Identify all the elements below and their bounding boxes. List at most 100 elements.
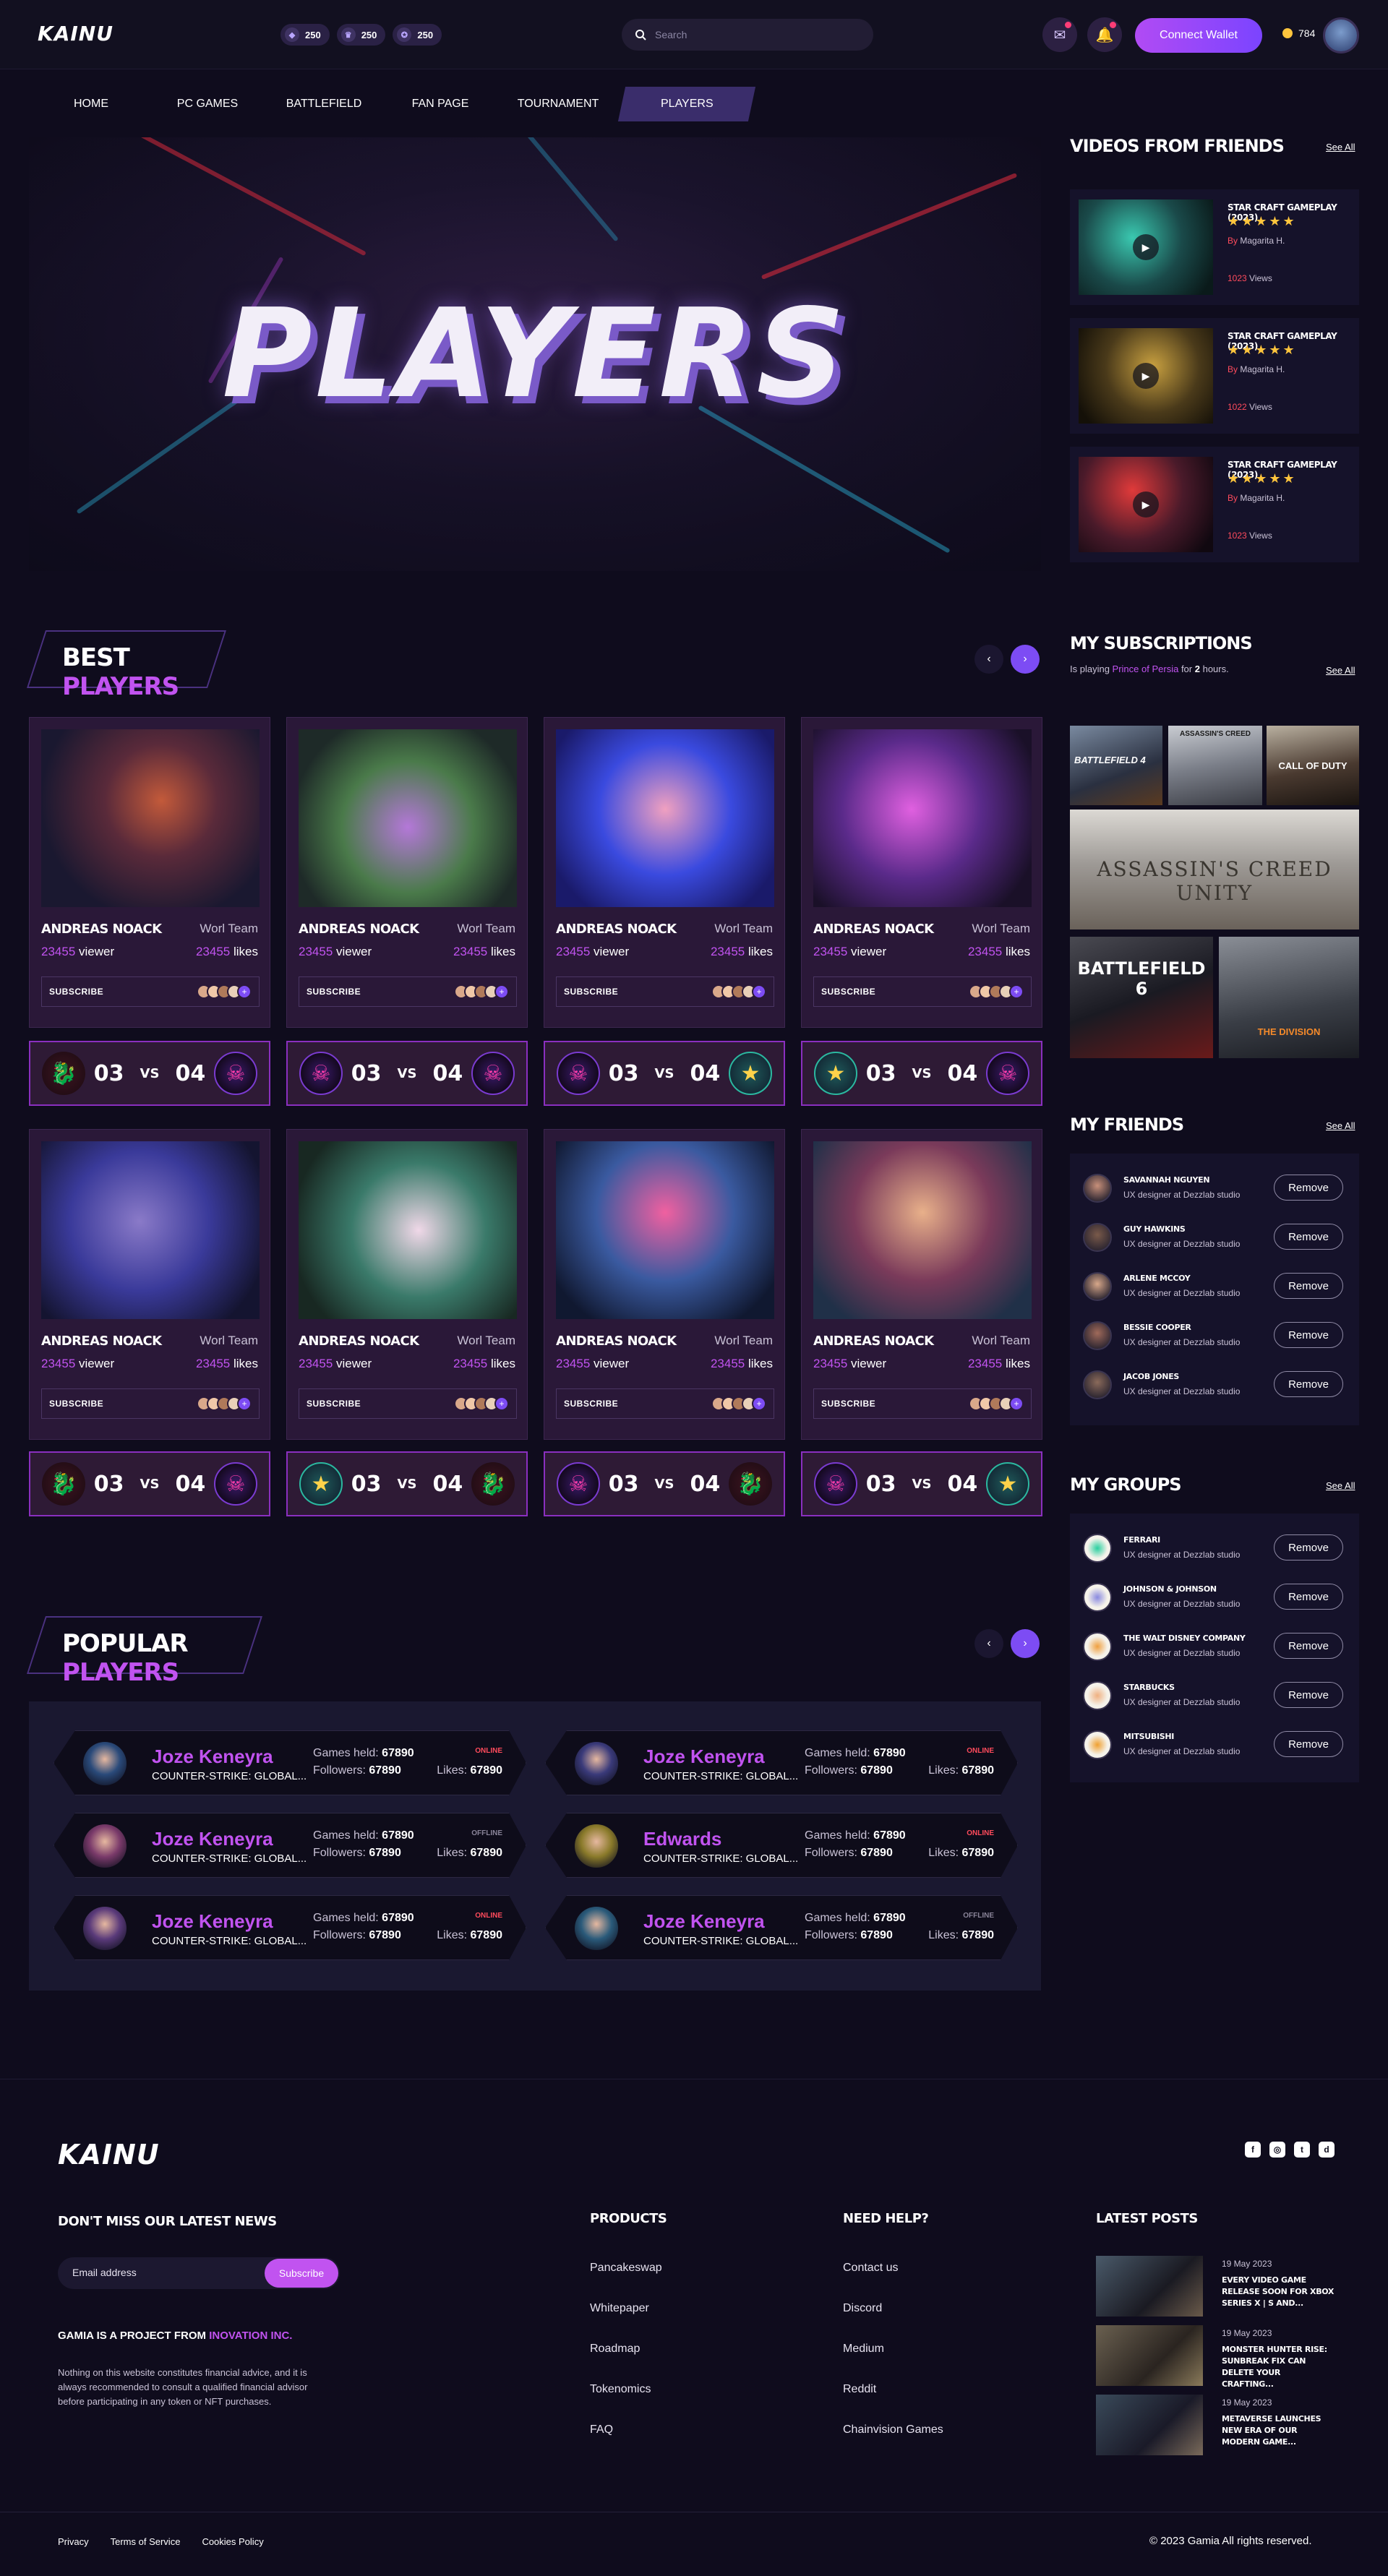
player-card[interactable]: ANDREAS NOACK Worl Team 23455 viewer 234…: [29, 1129, 270, 1440]
help-link[interactable]: Chainvision Games: [843, 2423, 943, 2437]
subscribe-button[interactable]: SUBSCRIBE: [307, 1399, 361, 1409]
subscribe-button[interactable]: SUBSCRIBE: [49, 987, 103, 997]
play-icon[interactable]: ▶: [1133, 234, 1159, 260]
popular-prev-button[interactable]: ‹: [974, 1629, 1003, 1658]
nav-home[interactable]: HOME: [29, 87, 153, 121]
plus-icon[interactable]: +: [1009, 1396, 1024, 1411]
remove-button[interactable]: Remove: [1274, 1322, 1343, 1348]
subscription-tile-the-division[interactable]: THE DIVISION: [1219, 937, 1359, 1058]
match-score[interactable]: ☠ 03 VS 04 ★: [544, 1041, 785, 1106]
player-card[interactable]: ANDREAS NOACK Worl Team 23455 viewer 234…: [29, 717, 270, 1028]
remove-button[interactable]: Remove: [1274, 1273, 1343, 1299]
popular-player-card[interactable]: Joze Keneyra COUNTER-STRIKE: GLOBAL... G…: [53, 1813, 526, 1878]
product-link[interactable]: Pancakeswap: [590, 2262, 662, 2275]
popular-next-button[interactable]: ›: [1011, 1629, 1040, 1658]
popular-player-card[interactable]: Joze Keneyra COUNTER-STRIKE: GLOBAL... G…: [545, 1730, 1018, 1795]
popular-player-card[interactable]: Edwards COUNTER-STRIKE: GLOBAL... Games …: [545, 1813, 1018, 1878]
project-accent[interactable]: INOVATION INC.: [209, 2330, 292, 2342]
product-link[interactable]: Tokenomics: [590, 2383, 651, 2396]
match-score[interactable]: ★ 03 VS 04 ☠: [801, 1041, 1042, 1106]
terms-link[interactable]: Terms of Service: [111, 2536, 181, 2547]
video-card[interactable]: ▶ STAR CRAFT GAMEPLAY (2023) ★★★★★ By Ma…: [1070, 318, 1359, 434]
product-link[interactable]: FAQ: [590, 2423, 613, 2437]
player-card[interactable]: ANDREAS NOACK Worl Team 23455 viewer 234…: [544, 717, 785, 1028]
play-icon[interactable]: ▶: [1133, 363, 1159, 389]
plus-icon[interactable]: +: [752, 1396, 766, 1411]
plus-icon[interactable]: +: [752, 984, 766, 999]
match-score[interactable]: ★ 03 VS 04 🐉: [286, 1451, 528, 1516]
video-thumbnail[interactable]: ▶: [1079, 199, 1213, 295]
best-next-button[interactable]: ›: [1011, 645, 1040, 674]
plus-icon[interactable]: +: [237, 984, 252, 999]
nav-tournament[interactable]: TOURNAMENT: [494, 87, 622, 121]
subscribe-button[interactable]: Subscribe: [265, 2259, 338, 2288]
popular-player-card[interactable]: Joze Keneyra COUNTER-STRIKE: GLOBAL... G…: [53, 1730, 526, 1795]
player-card[interactable]: ANDREAS NOACK Worl Team 23455 viewer 234…: [286, 717, 528, 1028]
subscription-tile-battlefield-4[interactable]: BATTLEFIELD 4: [1070, 726, 1162, 805]
facebook-icon[interactable]: f: [1245, 2142, 1261, 2158]
subscribe-button[interactable]: SUBSCRIBE: [821, 987, 875, 997]
video-thumbnail[interactable]: ▶: [1079, 457, 1213, 552]
nav-battlefield[interactable]: BATTLEFIELD: [262, 87, 386, 121]
email-input[interactable]: Email address: [72, 2267, 137, 2278]
remove-button[interactable]: Remove: [1274, 1731, 1343, 1757]
best-prev-button[interactable]: ‹: [974, 645, 1003, 674]
help-link[interactable]: Discord: [843, 2302, 882, 2315]
remove-button[interactable]: Remove: [1274, 1682, 1343, 1708]
subscription-tile-call-of-duty[interactable]: CALL OF DUTY: [1267, 726, 1359, 805]
subscribe-button[interactable]: SUBSCRIBE: [564, 987, 618, 997]
nav-players[interactable]: PLAYERS: [617, 87, 756, 121]
subscriptions-see-all[interactable]: See All: [1326, 665, 1355, 676]
subscription-tile-battlefield-6[interactable]: BATTLEFIELD 6: [1070, 937, 1213, 1058]
friends-see-all[interactable]: See All: [1326, 1120, 1355, 1131]
subscribe-button[interactable]: SUBSCRIBE: [49, 1399, 103, 1409]
remove-button[interactable]: Remove: [1274, 1371, 1343, 1397]
playing-game-link[interactable]: Prince of Persia: [1113, 664, 1179, 674]
post-item[interactable]: 19 May 2023 MONSTER HUNTER RISE: SUNBREA…: [1096, 2325, 1335, 2389]
player-card[interactable]: ANDREAS NOACK Worl Team 23455 viewer 234…: [801, 1129, 1042, 1440]
connect-wallet-button[interactable]: Connect Wallet: [1135, 18, 1262, 53]
subscription-tile-ac-unity[interactable]: ASSASSIN'S CREED UNITY: [1070, 810, 1359, 929]
logo[interactable]: KAINU: [38, 22, 113, 46]
help-link[interactable]: Contact us: [843, 2262, 898, 2275]
popular-player-card[interactable]: Joze Keneyra COUNTER-STRIKE: GLOBAL... G…: [545, 1895, 1018, 1960]
subscribe-button[interactable]: SUBSCRIBE: [564, 1399, 618, 1409]
help-link[interactable]: Medium: [843, 2343, 884, 2356]
video-thumbnail[interactable]: ▶: [1079, 328, 1213, 424]
match-score[interactable]: 🐉 03 VS 04 ☠: [29, 1451, 270, 1516]
match-score[interactable]: ☠ 03 VS 04 🐉: [544, 1451, 785, 1516]
instagram-icon[interactable]: ◎: [1269, 2142, 1285, 2158]
twitter-icon[interactable]: t: [1294, 2142, 1310, 2158]
nav-fan-page[interactable]: FAN PAGE: [386, 87, 494, 121]
messages-button[interactable]: ✉: [1042, 17, 1077, 52]
match-score[interactable]: 🐉 03 VS 04 ☠: [29, 1041, 270, 1106]
plus-icon[interactable]: +: [494, 1396, 509, 1411]
groups-see-all[interactable]: See All: [1326, 1480, 1355, 1491]
subscribe-button[interactable]: SUBSCRIBE: [307, 987, 361, 997]
discord-icon[interactable]: d: [1319, 2142, 1335, 2158]
subscribe-button[interactable]: SUBSCRIBE: [821, 1399, 875, 1409]
post-item[interactable]: 19 May 2023 EVERY VIDEO GAME RELEASE SOO…: [1096, 2256, 1335, 2317]
match-score[interactable]: ☠ 03 VS 04 ☠: [286, 1041, 528, 1106]
search-input[interactable]: Search: [622, 19, 873, 51]
post-item[interactable]: 19 May 2023 METAVERSE LAUNCHES NEW ERA O…: [1096, 2395, 1335, 2455]
plus-icon[interactable]: +: [1009, 984, 1024, 999]
video-card[interactable]: ▶ STAR CRAFT GAMEPLAY (2023) ★★★★★ By Ma…: [1070, 447, 1359, 562]
play-icon[interactable]: ▶: [1133, 491, 1159, 518]
remove-button[interactable]: Remove: [1274, 1224, 1343, 1250]
user-avatar[interactable]: [1323, 17, 1359, 53]
notifications-button[interactable]: 🔔: [1087, 17, 1122, 52]
player-card[interactable]: ANDREAS NOACK Worl Team 23455 viewer 234…: [286, 1129, 528, 1440]
plus-icon[interactable]: +: [494, 984, 509, 999]
plus-icon[interactable]: +: [237, 1396, 252, 1411]
match-score[interactable]: ☠ 03 VS 04 ★: [801, 1451, 1042, 1516]
cookies-link[interactable]: Cookies Policy: [202, 2536, 263, 2547]
nav-pc-games[interactable]: PC GAMES: [153, 87, 262, 121]
player-card[interactable]: ANDREAS NOACK Worl Team 23455 viewer 234…: [801, 717, 1042, 1028]
video-card[interactable]: ▶ STAR CRAFT GAMEPLAY (2023) ★★★★★ By Ma…: [1070, 189, 1359, 305]
remove-button[interactable]: Remove: [1274, 1534, 1343, 1560]
remove-button[interactable]: Remove: [1274, 1633, 1343, 1659]
remove-button[interactable]: Remove: [1274, 1175, 1343, 1201]
help-link[interactable]: Reddit: [843, 2383, 876, 2396]
videos-see-all[interactable]: See All: [1326, 142, 1355, 153]
